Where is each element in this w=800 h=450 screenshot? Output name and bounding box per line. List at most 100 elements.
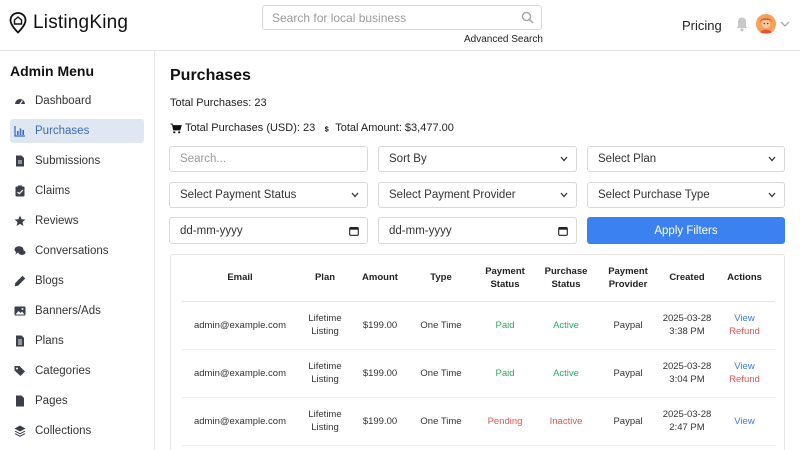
search-icon[interactable] — [521, 11, 534, 24]
sidebar-item-label: Banners/Ads — [35, 305, 101, 317]
cell-type: One Time — [408, 397, 474, 446]
map-pin-logo-icon — [9, 12, 27, 34]
file-icon — [14, 395, 26, 407]
date-from-input[interactable]: dd-mm-yyyy — [169, 217, 368, 244]
sidebar-item-dashboard[interactable]: Dashboard — [10, 89, 144, 113]
main-content: Purchases Total Purchases: 23 Total Purc… — [155, 51, 800, 450]
advanced-search-link[interactable]: Advanced Search — [464, 34, 543, 45]
cell-provider: Paypal — [596, 301, 660, 350]
total-purchases-count: Total Purchases: 23 — [170, 97, 267, 109]
column-header-type[interactable]: Type — [408, 255, 474, 302]
plan-select[interactable]: Select Plan — [587, 146, 785, 172]
cell-amount: $199.00 — [352, 301, 408, 350]
clipboard-check-icon — [14, 185, 26, 197]
apply-filters-button[interactable]: Apply Filters — [587, 217, 785, 244]
logo[interactable]: ListingKing — [9, 12, 128, 34]
sidebar-item-submissions[interactable]: Submissions — [10, 149, 144, 173]
table-header-row: Email Plan Amount Type Payment Status Pu… — [182, 255, 775, 302]
created-date: 2025-03-28 — [662, 313, 712, 324]
cell-type: One Time — [408, 301, 474, 350]
column-header-purchase-status[interactable]: Purchase Status — [536, 255, 596, 302]
cell-payment-status: Paid — [474, 301, 536, 350]
cell-plan: Lifetime Listing — [298, 301, 352, 350]
payment-status-select[interactable]: Select Payment Status — [169, 182, 368, 208]
cell-payment-status: Paid — [474, 349, 536, 398]
cell-plan: Lifetime Listing — [298, 349, 352, 398]
sidebar-item-plans[interactable]: Plans — [10, 329, 144, 353]
created-time: 3:04 PM — [669, 374, 705, 385]
column-header-actions: Actions — [714, 255, 775, 302]
total-amount: Total Amount: $3,477.00 — [335, 122, 454, 134]
sidebar-item-label: Reviews — [35, 215, 79, 227]
cell-type: One Time — [408, 349, 474, 398]
page-title: Purchases — [170, 67, 251, 84]
view-link[interactable]: View — [714, 312, 775, 325]
sidebar-item-blogs[interactable]: Blogs — [10, 269, 144, 293]
payment-provider-select[interactable]: Select Payment Provider — [378, 182, 577, 208]
sidebar-item-reviews[interactable]: Reviews — [10, 209, 144, 233]
sidebar-item-purchases[interactable]: Purchases — [10, 119, 144, 143]
created-time: 2:47 PM — [669, 422, 705, 433]
refund-link[interactable]: Refund — [714, 325, 775, 338]
cell-provider: Paypal — [596, 349, 660, 398]
logo-text: ListingKing — [33, 12, 129, 33]
view-link[interactable]: View — [714, 415, 775, 428]
cell-provider: Paypal — [596, 397, 660, 446]
dollar-icon: $ — [325, 124, 329, 133]
cell-amount: $199.00 — [352, 397, 408, 446]
sidebar-item-pages[interactable]: Pages — [10, 389, 144, 413]
chevron-down-icon — [768, 192, 776, 198]
sidebar-item-conversations[interactable]: Conversations — [10, 239, 144, 263]
calendar-icon[interactable] — [349, 226, 359, 236]
search-filter-input[interactable]: Search... — [169, 146, 368, 172]
cell-payment-status: Pending — [474, 397, 536, 446]
cell-actions: View Refund — [714, 349, 775, 398]
search-input[interactable] — [263, 6, 541, 29]
cell-created: 2025-03-28 3:38 PM — [660, 301, 714, 350]
column-header-email[interactable]: Email — [182, 255, 298, 302]
chevron-down-icon — [560, 192, 568, 198]
sort-by-select[interactable]: Sort By — [378, 146, 577, 172]
chevron-down-icon — [560, 156, 568, 162]
refund-link[interactable]: Refund — [714, 373, 775, 386]
star-icon — [14, 215, 26, 227]
tags-icon — [14, 365, 26, 377]
sidebar-item-label: Purchases — [35, 125, 90, 137]
cell-purchase-status: Active — [536, 301, 596, 350]
avatar[interactable] — [756, 14, 776, 34]
column-header-amount[interactable]: Amount — [352, 255, 408, 302]
table-row: admin@example.com Lifetime Listing $199.… — [182, 349, 775, 398]
view-link[interactable]: View — [714, 360, 775, 373]
sidebar-item-banners-ads[interactable]: Banners/Ads — [10, 299, 144, 323]
column-header-plan[interactable]: Plan — [298, 255, 352, 302]
file-icon — [14, 155, 26, 167]
purchases-table: Email Plan Amount Type Payment Status Pu… — [182, 255, 775, 446]
chevron-down-icon[interactable] — [780, 20, 790, 28]
sidebar-item-categories[interactable]: Categories — [10, 359, 144, 383]
sidebar-item-label: Plans — [35, 335, 64, 347]
image-icon — [14, 305, 26, 317]
calendar-icon[interactable] — [558, 226, 568, 236]
date-to-input[interactable]: dd-mm-yyyy — [378, 217, 577, 244]
purchase-stats: Total Purchases (USD): 23 $ Total Amount… — [170, 122, 454, 134]
created-date: 2025-03-28 — [662, 409, 712, 420]
cell-purchase-status: Active — [536, 349, 596, 398]
search-box[interactable] — [262, 5, 542, 30]
column-header-created[interactable]: Created — [660, 255, 714, 302]
sidebar-item-label: Blogs — [35, 275, 64, 287]
bell-icon[interactable] — [735, 16, 749, 32]
sidebar-item-collections[interactable]: Collections — [10, 419, 144, 443]
total-purchases-usd: Total Purchases (USD): 23 — [185, 122, 316, 134]
chart-icon — [14, 125, 26, 137]
table-row: admin@example.com Lifetime Listing $199.… — [182, 301, 775, 350]
purchase-type-select[interactable]: Select Purchase Type — [587, 182, 785, 208]
cell-actions: View Refund — [714, 301, 775, 350]
cell-email: admin@example.com — [182, 349, 298, 398]
sidebar-item-claims[interactable]: Claims — [10, 179, 144, 203]
top-header: ListingKing Advanced Search Pricing — [0, 0, 800, 51]
column-header-payment-provider[interactable]: Payment Provider — [596, 255, 660, 302]
column-header-payment-status[interactable]: Payment Status — [474, 255, 536, 302]
sidebar-item-label: Claims — [35, 185, 71, 197]
cell-email: admin@example.com — [182, 301, 298, 350]
pricing-link[interactable]: Pricing — [682, 18, 722, 33]
